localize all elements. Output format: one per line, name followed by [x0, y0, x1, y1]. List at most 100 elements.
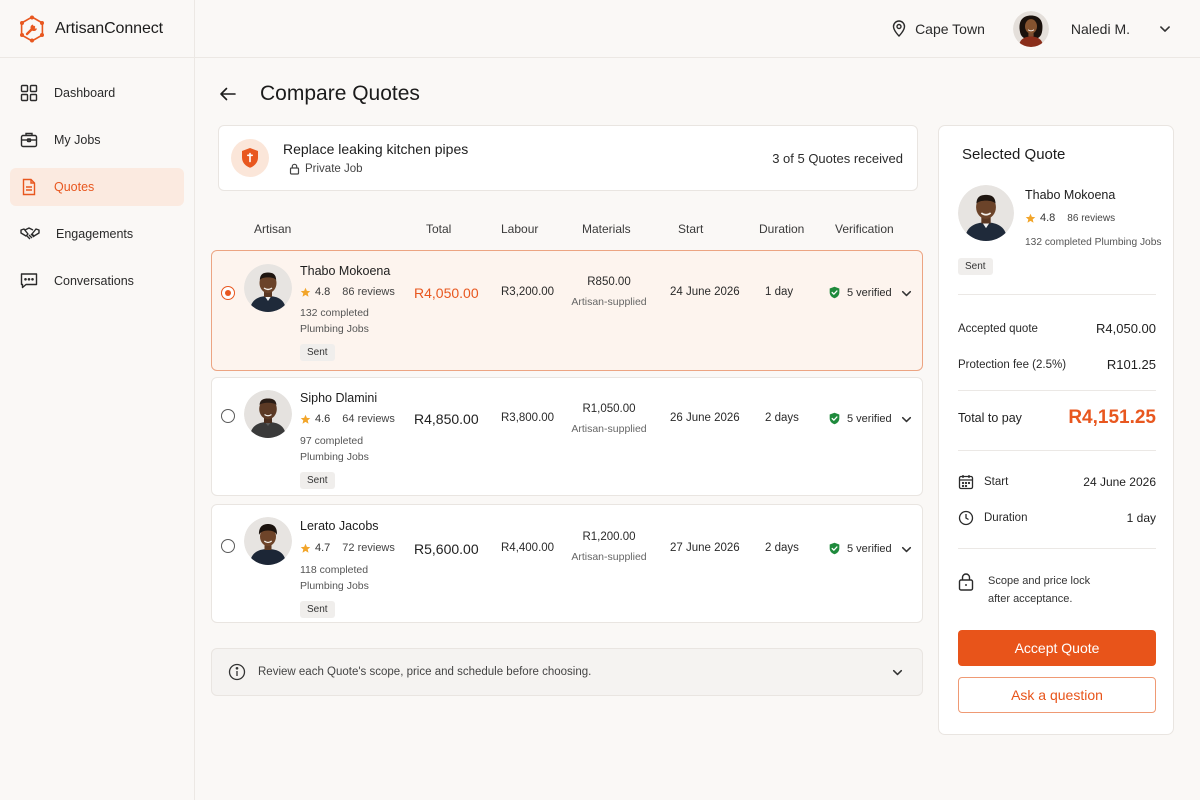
completed-jobs: 97 completed Plumbing Jobs: [300, 435, 369, 463]
materials-note: Artisan-supplied: [571, 423, 647, 435]
ask-question-button[interactable]: Ask a question: [958, 677, 1156, 713]
quote-row[interactable]: Lerato Jacobs 4.7 72 reviews 118 complet…: [211, 504, 923, 623]
job-summary-card: Replace leaking kitchen pipes Private Jo…: [218, 125, 918, 191]
quote-labour: R4,400.00: [501, 542, 555, 554]
sidebar-item-label: Dashboard: [54, 86, 116, 100]
start-row: Start 24 June 2026: [958, 474, 1156, 490]
sidebar-item-label: Conversations: [54, 274, 134, 288]
topbar: Cape Town Naledi M.: [195, 0, 1200, 58]
accepted-quote-value: R4,050.00: [1096, 321, 1156, 336]
sidebar-nav: Dashboard My Jobs Quotes Engagements Con…: [0, 58, 194, 300]
sidebar-item-engagements[interactable]: Engagements: [10, 215, 184, 253]
quote-duration: 2 days: [765, 412, 799, 424]
user-menu[interactable]: Naledi M.: [1013, 11, 1172, 47]
quote-labour: R3,200.00: [501, 286, 555, 298]
location-selector[interactable]: Cape Town: [892, 20, 985, 37]
chat-icon: [20, 273, 38, 289]
shield-check-icon: [828, 542, 841, 555]
column-header-start: Start: [678, 222, 704, 236]
materials-note: Artisan-supplied: [571, 551, 647, 563]
rating-value: 4.6: [315, 413, 331, 425]
column-header-duration: Duration: [759, 222, 805, 236]
accepted-quote-label: Accepted quote: [958, 322, 1038, 335]
review-count: 64 reviews: [342, 413, 395, 425]
star-icon: [300, 414, 311, 425]
back-button[interactable]: [218, 84, 238, 104]
info-banner[interactable]: Review each Quote's scope, price and sch…: [211, 648, 923, 696]
quote-total: R4,050.00: [414, 285, 479, 301]
quote-row[interactable]: Sipho Dlamini 4.6 64 reviews 97 complete…: [211, 377, 923, 496]
status-badge: Sent: [300, 601, 335, 618]
brand[interactable]: ArtisanConnect: [0, 0, 194, 58]
artisan-rating: 4.6 64 reviews: [300, 413, 395, 425]
info-icon: [228, 663, 246, 681]
artisan-rating: 4.8 86 reviews: [300, 286, 395, 298]
accept-quote-button[interactable]: Accept Quote: [958, 630, 1156, 666]
completed-jobs: 132 completed Plumbing Jobs: [300, 307, 369, 335]
verification-label: 5 verified: [847, 542, 892, 555]
completed-jobs: 132 completed Plumbing Jobs: [1025, 237, 1162, 248]
duration-label: Duration: [984, 512, 1028, 524]
lock-note-text: Scope and price lock after acceptance.: [988, 572, 1090, 608]
status-badge: Sent: [958, 258, 993, 275]
chevron-down-icon[interactable]: [900, 287, 913, 300]
review-count: 72 reviews: [342, 542, 395, 554]
artisan-name: Thabo Mokoena: [300, 264, 391, 278]
artisan-name: Lerato Jacobs: [300, 519, 379, 533]
quote-row[interactable]: Thabo Mokoena 4.8 86 reviews 132 complet…: [211, 250, 923, 371]
materials-note: Artisan-supplied: [571, 296, 647, 308]
status-badge: Sent: [300, 472, 335, 489]
info-text: Review each Quote's scope, price and sch…: [258, 666, 592, 678]
sidebar-item-label: My Jobs: [54, 133, 101, 147]
avatar: [244, 390, 292, 438]
verification-label: 5 verified: [847, 412, 892, 425]
chevron-down-icon[interactable]: [900, 543, 913, 556]
quote-radio[interactable]: [221, 409, 235, 423]
start-label: Start: [984, 476, 1009, 488]
protection-fee-row: Protection fee (2.5%) R101.25: [958, 357, 1156, 372]
job-title: Replace leaking kitchen pipes: [283, 141, 469, 157]
location-label: Cape Town: [915, 20, 985, 37]
sidebar-item-dashboard[interactable]: Dashboard: [10, 74, 184, 112]
logo-icon: [20, 15, 44, 42]
job-visibility: Private Job: [289, 163, 468, 175]
star-icon: [300, 287, 311, 298]
star-icon: [1025, 213, 1036, 224]
status-badge: Sent: [300, 344, 335, 361]
total-row: Total to pay R4,151.25: [958, 407, 1156, 429]
start-label-wrap: Start: [958, 474, 1008, 490]
chevron-down-icon[interactable]: [891, 666, 904, 679]
rating-value: 4.7: [315, 542, 331, 554]
completed-jobs: 118 completed Plumbing Jobs: [300, 564, 369, 592]
quote-materials: R1,200.00 Artisan-supplied: [568, 531, 650, 563]
star-icon: [300, 543, 311, 554]
quote-radio[interactable]: [221, 539, 235, 553]
column-header-total: Total: [426, 222, 452, 236]
chevron-down-icon[interactable]: [900, 413, 913, 426]
column-header-artisan: Artisan: [254, 222, 292, 236]
quotes-count: 3 of 5 Quotes received: [772, 150, 903, 166]
app-name: ArtisanConnect: [55, 19, 163, 37]
column-header-materials: Materials: [582, 222, 631, 236]
materials-amount: R850.00: [587, 276, 631, 288]
calendar-icon: [958, 475, 974, 490]
document-icon: [22, 178, 36, 196]
rating-value: 4.8: [1040, 212, 1056, 224]
sidebar-item-quotes[interactable]: Quotes: [10, 168, 184, 206]
column-header-labour: Labour: [501, 222, 539, 236]
duration-label-wrap: Duration: [958, 510, 1027, 526]
protection-fee-label: Protection fee (2.5%): [958, 358, 1067, 371]
accepted-quote-row: Accepted quote R4,050.00: [958, 321, 1156, 336]
arrow-left-icon: [220, 87, 236, 101]
quote-radio-selected[interactable]: [221, 286, 235, 300]
quote-materials: R850.00 Artisan-supplied: [568, 276, 650, 308]
sidebar-item-conversations[interactable]: Conversations: [10, 262, 184, 300]
sidebar-item-my-jobs[interactable]: My Jobs: [10, 121, 184, 159]
lock-icon: [289, 163, 300, 175]
review-count: 86 reviews: [342, 286, 395, 298]
start-value: 24 June 2026: [1083, 475, 1156, 489]
clock-icon: [958, 510, 974, 526]
map-pin-icon: [892, 20, 906, 37]
duration-value: 1 day: [1126, 511, 1156, 525]
artisan-rating: 4.7 72 reviews: [300, 542, 395, 554]
